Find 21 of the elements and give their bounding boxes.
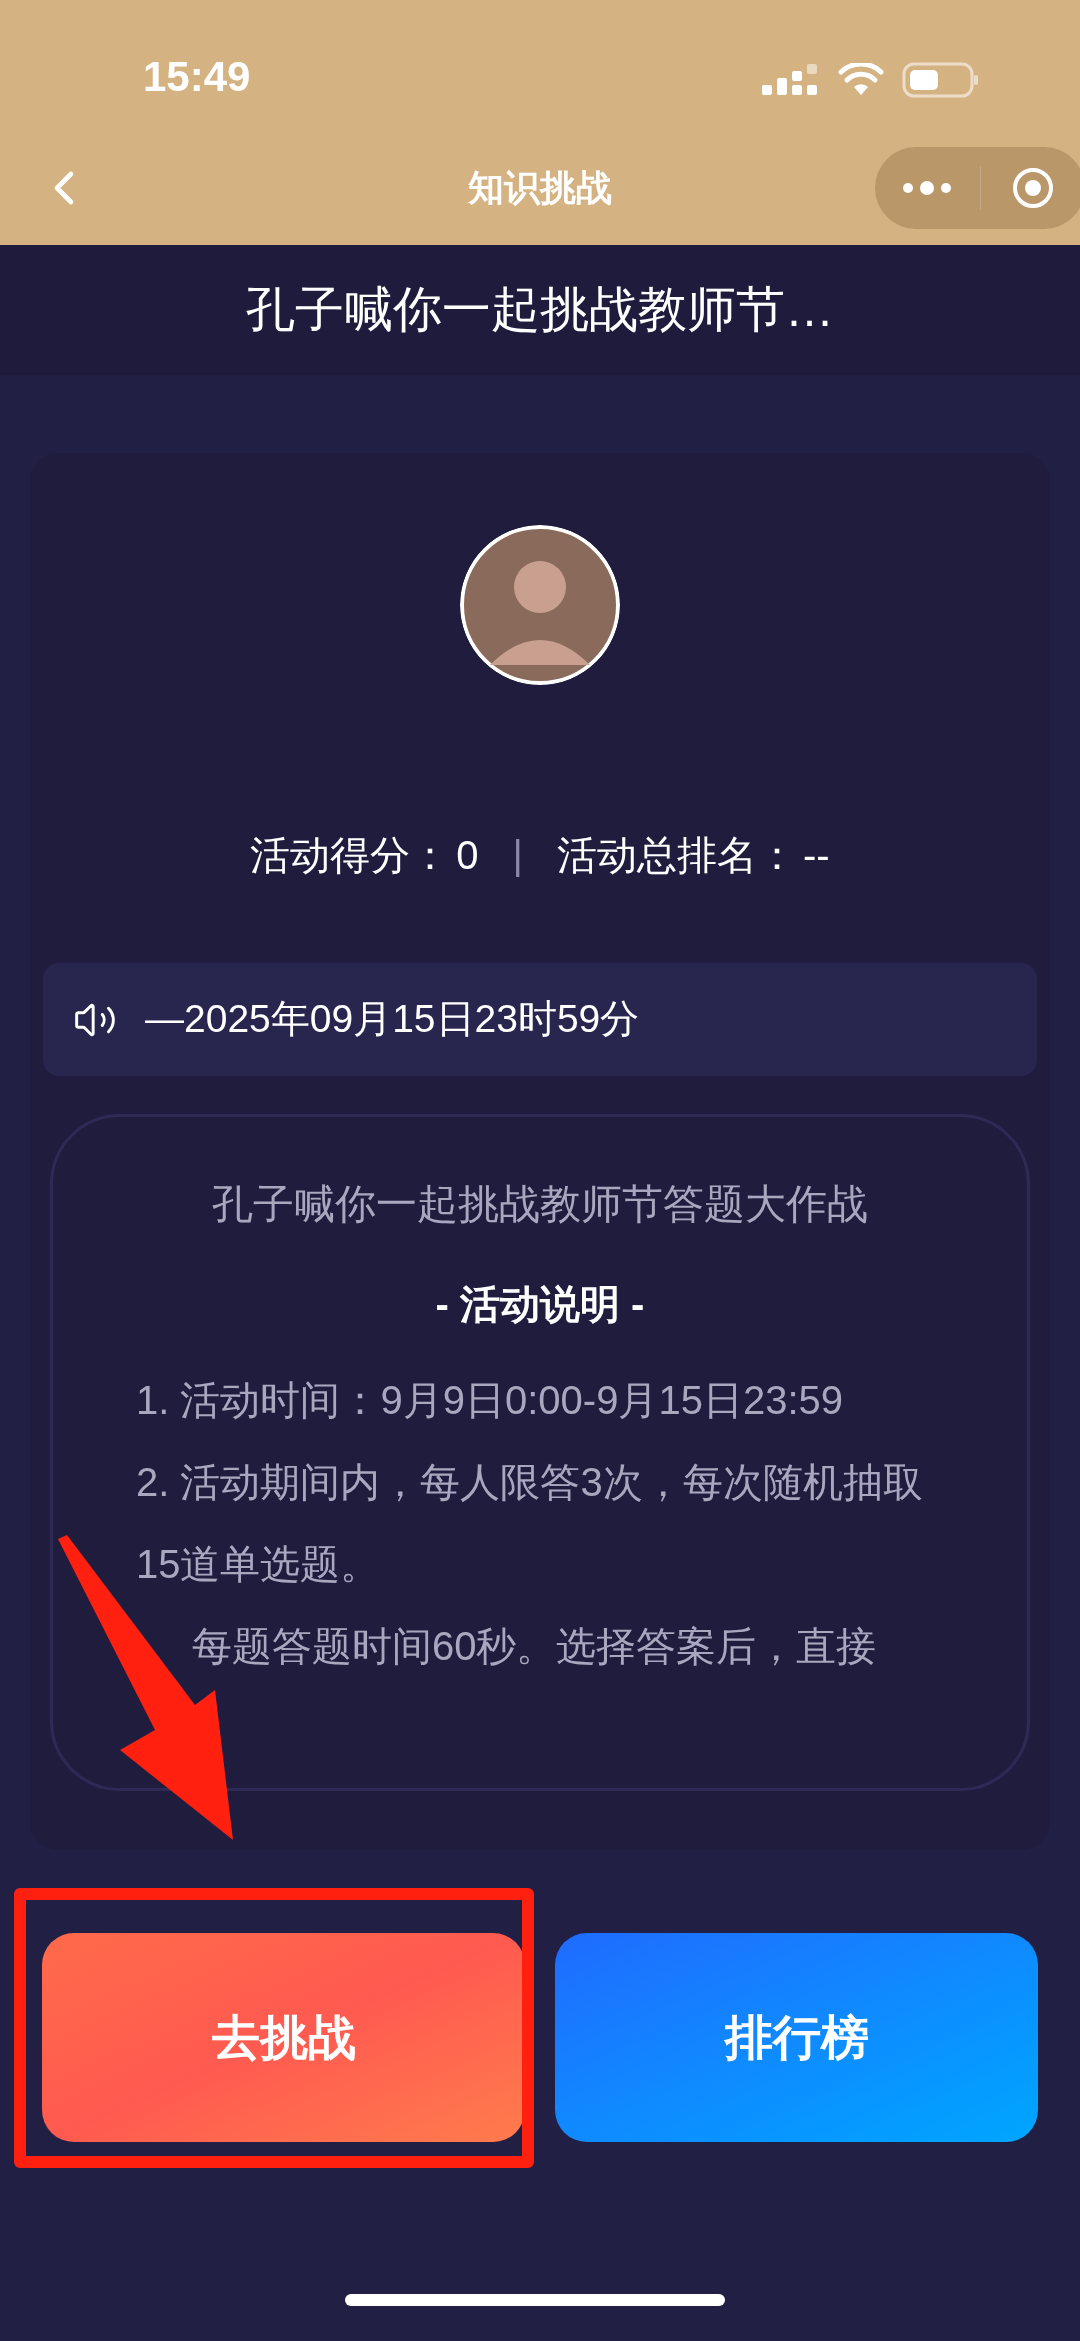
- wifi-icon: [838, 63, 884, 97]
- score-value: 0: [456, 832, 479, 879]
- more-icon[interactable]: [902, 179, 953, 196]
- rule-item: 1. 活动时间：9月9日0:00-9月15日23:59: [136, 1377, 844, 1424]
- nav-title: 知识挑战: [468, 165, 612, 210]
- rank-label: 活动总排名：: [557, 832, 797, 879]
- stats-separator: |: [512, 832, 523, 879]
- signal-icon: [762, 63, 820, 97]
- rule-item: 2. 活动期间内，每人限答3次，每次随机抽取15道单选题。: [136, 1459, 924, 1588]
- notice-text: —2025年09月15日23时59分: [145, 996, 640, 1043]
- battery-icon: [902, 62, 980, 98]
- status-time: 15:49: [143, 56, 251, 98]
- action-button[interactable]: 去挑战: [42, 1933, 525, 2142]
- rules-title: 孔子喊你一起挑战教师节答题大作战: [212, 1180, 868, 1229]
- rules-heading: - 活动说明 -: [435, 1281, 645, 1328]
- rank-value: --: [803, 832, 830, 879]
- rule-item: 每题答题时间60秒。选择答案后，直接: [191, 1623, 878, 1670]
- score-label: 活动得分：: [250, 832, 451, 879]
- action-button[interactable]: 排行榜: [555, 1933, 1038, 2142]
- page-title: 孔子喊你一起挑战教师节…: [246, 281, 834, 339]
- close-icon[interactable]: [1010, 165, 1055, 210]
